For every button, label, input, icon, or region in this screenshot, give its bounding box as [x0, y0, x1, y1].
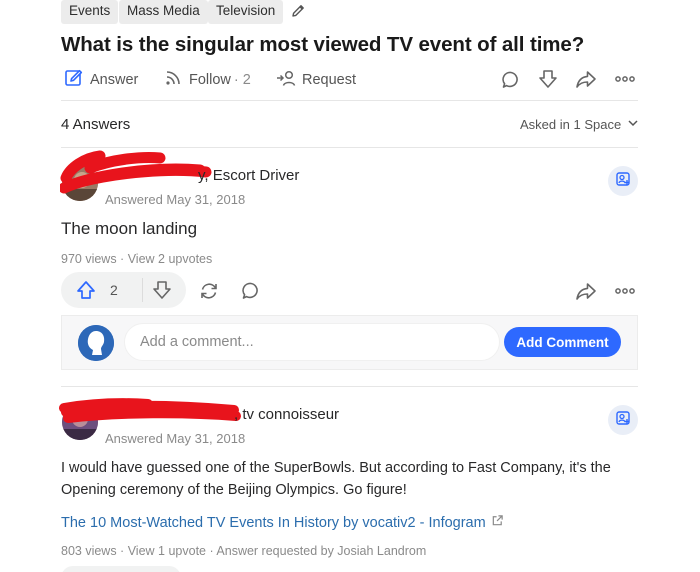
asked-in-space-dropdown[interactable]: Asked in 1 Space [520, 117, 639, 132]
share-rotate-icon[interactable] [198, 280, 220, 302]
author-credential[interactable]: y, Escort Driver [198, 167, 299, 184]
person-plus-icon [615, 171, 631, 192]
upvote-arrow-icon[interactable] [75, 279, 97, 301]
topic-tag-mass-media[interactable]: Mass Media [119, 0, 208, 24]
downvote-arrow-icon[interactable] [151, 279, 173, 301]
follow-rss-icon [163, 68, 183, 92]
topic-tag-events[interactable]: Events [61, 0, 119, 24]
infogram-link[interactable]: The 10 Most-Watched TV Events In History… [61, 514, 504, 531]
comment-bubble-icon[interactable] [500, 69, 522, 91]
answered-date[interactable]: Answered May 31, 2018 [105, 431, 245, 446]
comment-input[interactable] [124, 323, 500, 361]
answer-text-line: Opening ceremony of the Beijing Olympics… [61, 482, 407, 498]
follow-button[interactable]: Follow · 2 [163, 68, 251, 92]
upvote-count: 2 [110, 282, 118, 298]
author-credential[interactable]: , tv connoisseur [234, 406, 339, 423]
divider [61, 386, 638, 387]
answer-label: Answer [90, 72, 139, 88]
add-comment-button[interactable]: Add Comment [504, 327, 621, 357]
answer-text-line: I would have guessed one of the SuperBow… [61, 460, 611, 476]
redaction-scribble [59, 398, 241, 423]
topic-tag-television[interactable]: Television [208, 0, 284, 24]
more-options-icon[interactable] [614, 68, 636, 90]
follow-label: Follow [189, 72, 231, 88]
external-link-icon [491, 514, 504, 531]
current-user-avatar[interactable] [78, 325, 114, 361]
answer-stats[interactable]: 803 views · View 1 upvote · Answer reque… [61, 544, 426, 558]
answer-text: I would have guessed one of the SuperBow… [61, 457, 611, 501]
edit-topics-pencil-icon[interactable] [290, 3, 306, 19]
share-arrow-icon[interactable] [575, 280, 597, 302]
share-arrow-icon[interactable] [575, 68, 597, 90]
answered-date[interactable]: Answered May 31, 2018 [105, 192, 245, 207]
comment-box: Add Comment [61, 315, 638, 370]
answer-pencil-icon [64, 68, 84, 92]
vote-separator [142, 278, 143, 302]
question-title: What is the singular most viewed TV even… [61, 33, 585, 56]
comment-bubble-icon[interactable] [240, 280, 262, 302]
answer-stats[interactable]: 970 views · View 2 upvotes [61, 252, 212, 266]
follow-author-button[interactable] [608, 405, 638, 435]
asked-in-label: Asked in 1 Space [520, 117, 622, 132]
person-plus-icon [615, 410, 631, 431]
answer-text: The moon landing [61, 219, 198, 238]
follow-count: · 2 [233, 72, 251, 88]
answer-button[interactable]: Answer [64, 68, 138, 92]
vote-pill: 2 [61, 272, 186, 308]
more-options-icon[interactable] [614, 280, 636, 302]
request-person-plus-icon [276, 68, 296, 92]
divider [61, 100, 638, 101]
answers-count: 4 Answers [61, 116, 131, 133]
vote-pill [61, 566, 181, 572]
follow-author-button[interactable] [608, 166, 638, 196]
link-text: The 10 Most-Watched TV Events In History… [61, 514, 486, 531]
request-label: Request [302, 72, 357, 88]
chevron-down-icon [627, 117, 639, 132]
request-button[interactable]: Request [276, 68, 356, 92]
downvote-arrow-icon[interactable] [537, 68, 559, 90]
